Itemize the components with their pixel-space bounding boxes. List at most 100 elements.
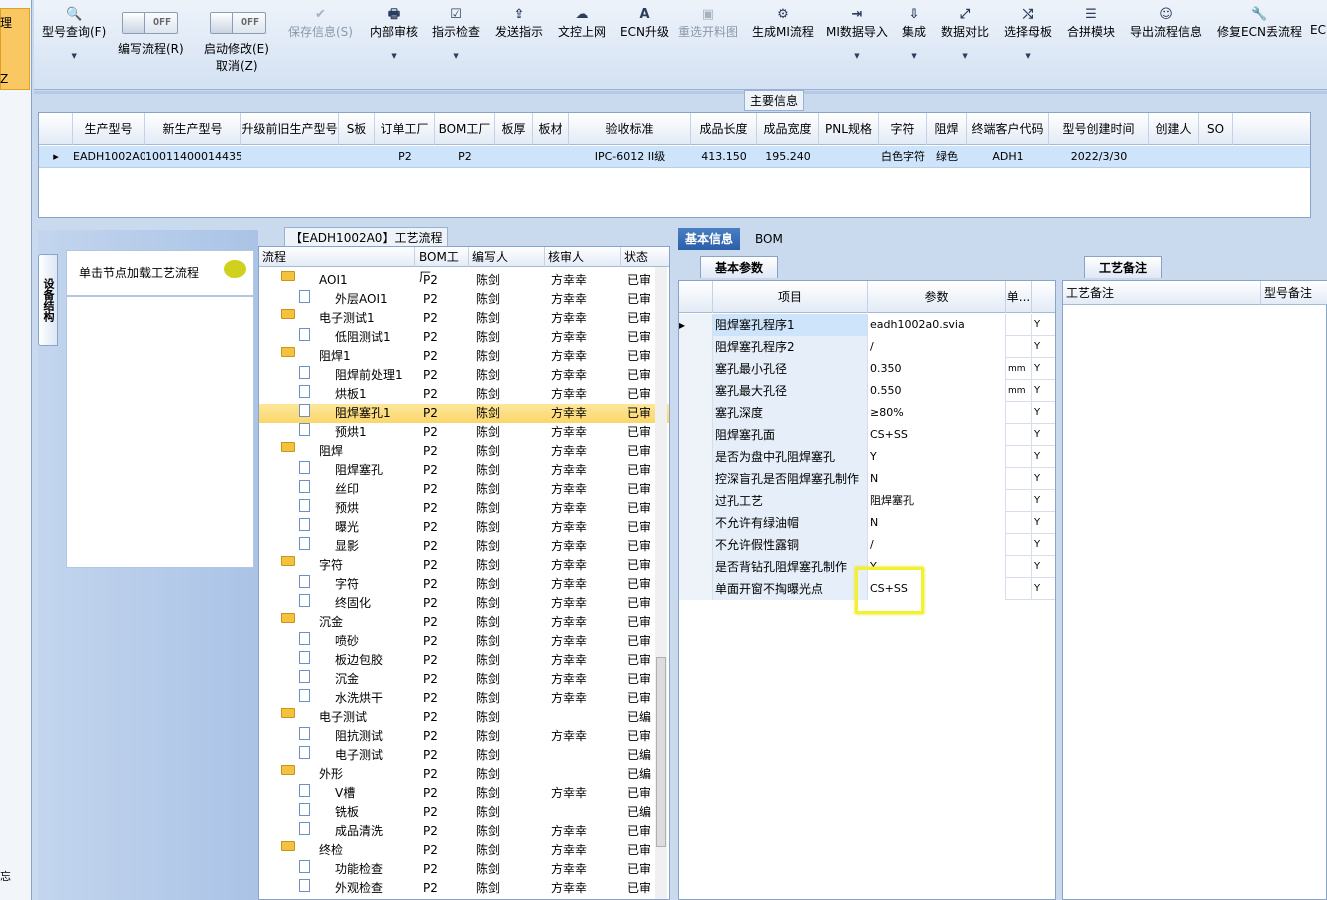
tree-col-4[interactable]: 状态 <box>621 247 669 267</box>
tree-row[interactable]: −阻焊P2陈剑方幸幸已审 <box>259 442 669 461</box>
tab-basic-params[interactable]: 基本参数 <box>700 256 779 278</box>
param-row[interactable]: 塞孔深度 ≥80% Y <box>679 402 1055 424</box>
tree-row[interactable]: 水洗烘干 P2 陈剑 方幸幸 已审 <box>259 689 669 708</box>
param-value[interactable]: / <box>868 534 1006 556</box>
toolbar-button-12[interactable]: ⤭ 选择母板 ▼ <box>1004 6 1052 60</box>
col-header-7[interactable]: 板材 <box>533 113 569 145</box>
toolbar-button-2[interactable]: 🖶 内部审核 ▼ <box>370 6 418 60</box>
tree-row[interactable]: 曝光 P2 陈剑 方幸幸 已审 <box>259 518 669 537</box>
toolbar-button-11[interactable]: ⤢ 数据对比 ▼ <box>941 6 989 60</box>
tree-row[interactable]: 沉金 P2 陈剑 方幸幸 已审 <box>259 670 669 689</box>
tree-row[interactable]: −外形P2陈剑已编 <box>259 765 669 784</box>
col-header-13[interactable]: 阻焊 <box>927 113 967 145</box>
tree-scrollbar[interactable] <box>655 267 667 899</box>
tree-row[interactable]: 功能检查 P2 陈剑 方幸幸 已审 <box>259 860 669 879</box>
tab-bom[interactable]: BOM <box>748 228 790 250</box>
toolbar-button-15[interactable]: 🔧 修复ECN丢流程 <box>1217 6 1302 40</box>
param-row[interactable]: 是否为盘中孔阻焊塞孔 Y Y <box>679 446 1055 468</box>
tree-row[interactable]: 终固化 P2 陈剑 方幸幸 已审 <box>259 594 669 613</box>
col-header-9[interactable]: 成品长度 <box>691 113 757 145</box>
col-header-15[interactable]: 型号创建时间 <box>1049 113 1149 145</box>
col-header-16[interactable]: 创建人 <box>1149 113 1199 145</box>
tree-row[interactable]: −终检P2陈剑方幸幸已审 <box>259 841 669 860</box>
edit-flow-toggle[interactable]: OFF <box>122 12 178 34</box>
toolbar-button-14[interactable]: ☺ 导出流程信息 <box>1130 6 1202 40</box>
tree-row[interactable]: 预烘1 P2 陈剑 方幸幸 已审 <box>259 423 669 442</box>
tree-row[interactable]: 铣板 P2 陈剑 已编 <box>259 803 669 822</box>
col-header-1[interactable]: 新生产型号 <box>145 113 241 145</box>
tree-row[interactable]: −电子测试1P2陈剑方幸幸已审 <box>259 309 669 328</box>
param-value[interactable]: N <box>868 468 1006 490</box>
param-row[interactable]: 不允许有绿油帽 N Y <box>679 512 1055 534</box>
param-row[interactable]: 阻焊塞孔面 CS+SS Y <box>679 424 1055 446</box>
toolbar-button-0[interactable]: 🔍 型号查询(F) ▼ <box>42 6 106 60</box>
toolbar-button-8[interactable]: ⚙ 生成MI流程 <box>752 6 814 40</box>
col-header-12[interactable]: 字符 <box>879 113 927 145</box>
tree-row[interactable]: 低阻测试1 P2 陈剑 方幸幸 已审 <box>259 328 669 347</box>
col-header-10[interactable]: 成品宽度 <box>757 113 819 145</box>
param-value[interactable]: 0.550 <box>868 380 1006 402</box>
main-info-row[interactable]: ▸ EADH1002A0 10011400014435 P2 P2 IPC-6012 II… <box>39 146 1310 168</box>
param-row[interactable]: ▸ 阻焊塞孔程序1 eadh1002a0.svia Y <box>679 314 1055 336</box>
param-row[interactable]: 过孔工艺 阻焊塞孔 Y <box>679 490 1055 512</box>
tab-process-notes[interactable]: 工艺备注 <box>1084 256 1163 278</box>
param-col-1[interactable]: 参数 <box>868 281 1006 313</box>
tree-row[interactable]: 阻焊塞孔 P2 陈剑 方幸幸 已审 <box>259 461 669 480</box>
tree-row[interactable]: −阻焊1P2陈剑方幸幸已审 <box>259 347 669 366</box>
tree-row[interactable]: −电子测试P2陈剑已编 <box>259 708 669 727</box>
tree-row[interactable]: 喷砂 P2 陈剑 方幸幸 已审 <box>259 632 669 651</box>
col-header-11[interactable]: PNL规格 <box>819 113 879 145</box>
tree-row[interactable]: V槽 P2 陈剑 方幸幸 已审 <box>259 784 669 803</box>
tree-row[interactable]: 烘板1 P2 陈剑 方幸幸 已审 <box>259 385 669 404</box>
toolbar-button-10[interactable]: ⇩ 集成 ▼ <box>902 6 926 60</box>
tree-row[interactable]: 阻焊前处理1 P2 陈剑 方幸幸 已审 <box>259 366 669 385</box>
param-row[interactable]: 不允许假性露铜 / Y <box>679 534 1055 556</box>
param-value[interactable]: eadh1002a0.svia <box>868 314 1006 336</box>
col-header-6[interactable]: 板厚 <box>495 113 533 145</box>
toolbar-button-9[interactable]: ⇥ MI数据导入 ▼ <box>826 6 888 60</box>
tree-row[interactable]: 阻焊塞孔1 P2 陈剑 方幸幸 已审 <box>259 404 669 423</box>
tree-row[interactable]: 电子测试 P2 陈剑 已编 <box>259 746 669 765</box>
tree-row[interactable]: 预烘 P2 陈剑 方幸幸 已审 <box>259 499 669 518</box>
param-value[interactable]: CS+SS <box>868 424 1006 446</box>
col-header-0[interactable]: 生产型号 <box>73 113 145 145</box>
toolbar-button-16[interactable]: ECN <box>1310 6 1327 37</box>
toolbar-button-7[interactable]: ▣ 重选开料图 <box>678 6 738 40</box>
param-value[interactable]: / <box>868 336 1006 358</box>
device-structure-tab[interactable]: 设备结构 <box>38 254 58 346</box>
splitter[interactable] <box>34 91 1327 94</box>
tree-row[interactable]: 字符 P2 陈剑 方幸幸 已审 <box>259 575 669 594</box>
param-value[interactable]: 阻焊塞孔 <box>868 490 1006 512</box>
col-header-4[interactable]: 订单工厂 <box>375 113 435 145</box>
tree-col-1[interactable]: BOM工厂 <box>416 247 469 284</box>
param-col-2[interactable]: 单... <box>1006 281 1032 313</box>
param-row[interactable]: 阻焊塞孔程序2/ Y <box>679 336 1055 358</box>
toolbar-button-6[interactable]: A ECN升级 <box>620 6 669 40</box>
param-row[interactable]: 塞孔最小孔径 0.350 mm Y <box>679 358 1055 380</box>
param-row[interactable]: 控深盲孔是否阻焊塞孔制作 N Y <box>679 468 1055 490</box>
toolbar-button-13[interactable]: ☰ 合拼模块 <box>1067 6 1115 40</box>
tree-scroll-thumb[interactable] <box>656 657 666 847</box>
param-value[interactable]: ≥80% <box>868 402 1006 424</box>
toolbar-button-4[interactable]: ⇪ 发送指示 <box>495 6 543 40</box>
tree-col-2[interactable]: 编写人 <box>469 247 545 267</box>
tab-basic-info[interactable]: 基本信息 <box>678 228 741 250</box>
tree-row[interactable]: 显影 P2 陈剑 方幸幸 已审 <box>259 537 669 556</box>
toolbar-button-1[interactable]: ✔ 保存信息(S) <box>288 6 353 40</box>
toolbar-button-3[interactable]: ☑ 指示检查 ▼ <box>432 6 480 60</box>
param-value[interactable]: Y <box>868 446 1006 468</box>
tree-row[interactable]: −字符P2陈剑方幸幸已审 <box>259 556 669 575</box>
tree-col-0[interactable]: 流程 <box>259 247 415 267</box>
tree-row[interactable]: 丝印 P2 陈剑 方幸幸 已审 <box>259 480 669 499</box>
col-header-14[interactable]: 终端客户代码 <box>967 113 1049 145</box>
tree-col-3[interactable]: 核审人 <box>545 247 621 267</box>
tree-row[interactable]: −沉金P2陈剑方幸幸已审 <box>259 613 669 632</box>
param-value[interactable]: N <box>868 512 1006 534</box>
comment-icon[interactable] <box>224 260 246 278</box>
param-col-0[interactable]: 项目 <box>713 281 868 313</box>
col-header-17[interactable]: SO <box>1199 113 1233 145</box>
param-col-3[interactable] <box>1032 281 1055 313</box>
tree-row[interactable]: 板边包胶 P2 陈剑 方幸幸 已审 <box>259 651 669 670</box>
col-header-8[interactable]: 验收标准 <box>569 113 691 145</box>
col-header-2[interactable]: 升级前旧生产型号 <box>241 113 339 145</box>
